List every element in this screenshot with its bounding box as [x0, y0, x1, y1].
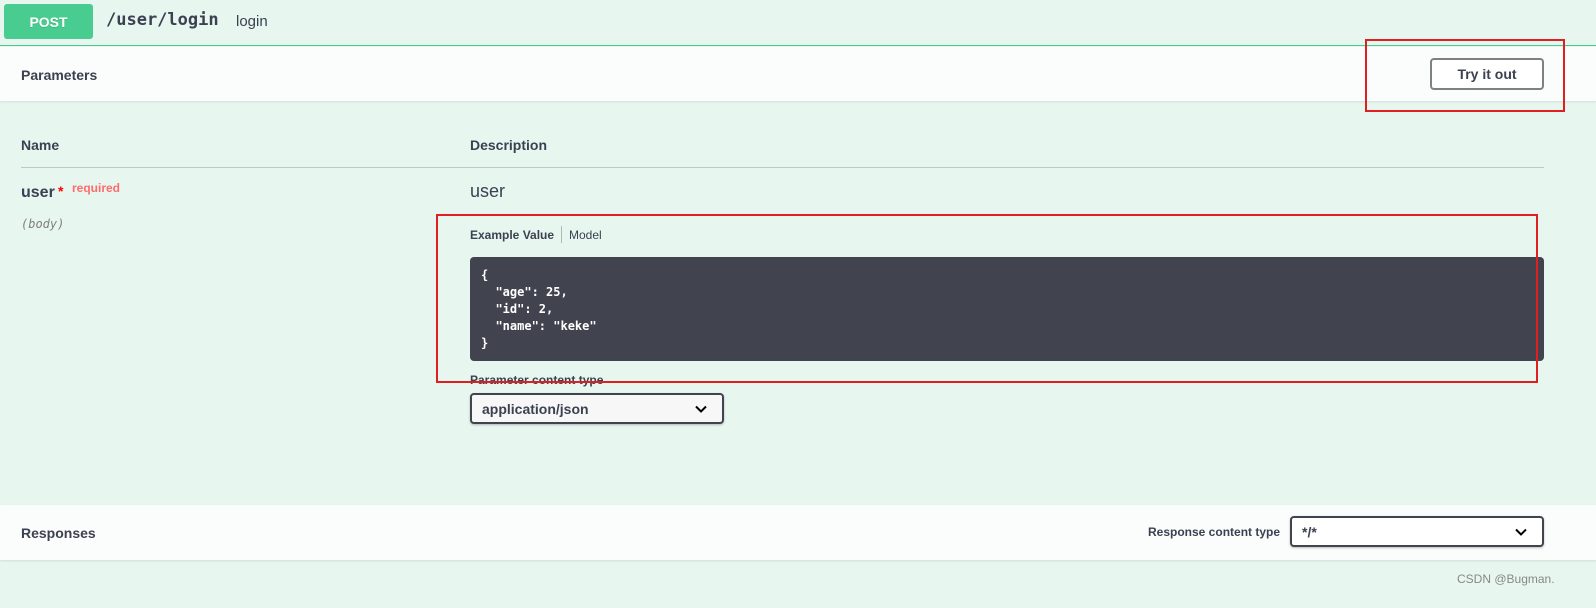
opblock-summary[interactable]: POST /user/login login: [0, 0, 1596, 46]
column-header-name: Name: [21, 137, 60, 153]
try-it-out-button[interactable]: Try it out: [1430, 58, 1544, 90]
parameter-content-type-label: Parameter content type: [470, 373, 604, 387]
column-header-description: Description: [470, 137, 548, 153]
param-description: user: [470, 181, 506, 201]
response-content-type-label: Response content type: [1148, 525, 1281, 539]
method-badge: POST: [4, 4, 93, 39]
required-label: required: [72, 181, 121, 195]
endpoint-summary: login: [236, 13, 268, 30]
parameter-content-type-select[interactable]: application/json: [470, 393, 724, 424]
endpoint-path: /user/login: [106, 10, 219, 30]
response-content-type-value: */*: [1302, 524, 1317, 540]
example-value-code[interactable]: { "age": 25, "id": 2, "name": "keke" }: [470, 257, 1544, 361]
parameter-content-type-value: application/json: [482, 401, 589, 417]
param-location: (body): [21, 217, 65, 231]
param-name: user: [21, 184, 55, 201]
chevron-down-icon: [1514, 525, 1528, 542]
required-star: *: [58, 183, 64, 199]
responses-title: Responses: [21, 525, 96, 541]
header-divider: [21, 167, 1544, 168]
response-content-type-select[interactable]: */*: [1290, 516, 1544, 547]
parameters-header: Parameters: [0, 47, 1596, 101]
chevron-down-icon: [694, 402, 708, 419]
tab-divider: [561, 226, 562, 243]
tab-model[interactable]: Model: [569, 228, 602, 242]
tab-example-value[interactable]: Example Value: [470, 228, 554, 242]
parameters-title: Parameters: [21, 67, 98, 83]
watermark: CSDN @Bugman.: [1457, 572, 1555, 586]
